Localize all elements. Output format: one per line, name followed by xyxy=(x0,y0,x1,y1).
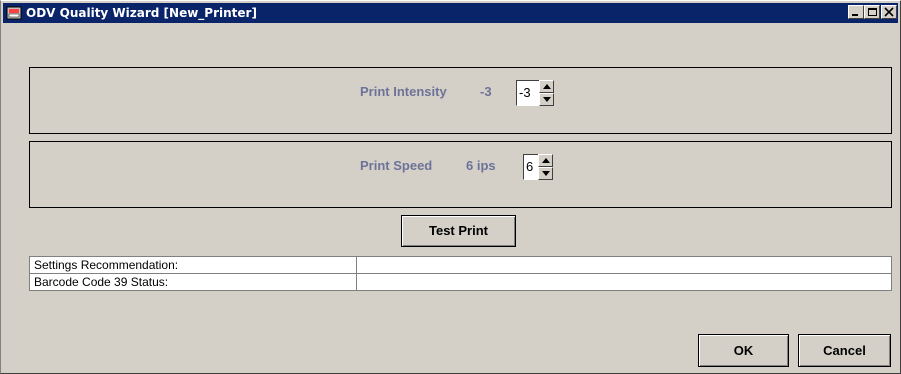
minimize-button[interactable] xyxy=(848,5,864,19)
close-button[interactable] xyxy=(881,5,897,19)
status-table: Settings Recommendation: Barcode Code 39… xyxy=(29,256,892,291)
maximize-icon xyxy=(868,8,877,16)
cancel-button[interactable]: Cancel xyxy=(798,334,891,367)
table-row: Settings Recommendation: xyxy=(29,256,892,274)
speed-value: 6 ips xyxy=(466,158,496,173)
arrow-up-icon xyxy=(543,84,551,89)
intensity-decrement-button[interactable] xyxy=(539,93,554,106)
intensity-spinner-buttons xyxy=(539,80,554,106)
barcode-status-value xyxy=(356,273,892,291)
speed-panel: Print Speed 6 ips 6 xyxy=(29,141,892,208)
minimize-icon xyxy=(852,14,858,16)
intensity-value: -3 xyxy=(480,84,492,99)
arrow-down-icon xyxy=(542,171,550,176)
speed-spinner-buttons xyxy=(538,154,553,180)
arrow-up-icon xyxy=(542,158,550,163)
speed-decrement-button[interactable] xyxy=(538,167,553,180)
arrow-down-icon xyxy=(543,97,551,102)
title-bar[interactable]: ODV Quality Wizard [New_Printer] xyxy=(3,3,898,23)
app-icon xyxy=(6,5,22,21)
speed-spinner[interactable]: 6 xyxy=(523,154,553,180)
maximize-button[interactable] xyxy=(864,5,880,19)
speed-label: Print Speed xyxy=(360,158,433,173)
intensity-panel: Print Intensity -3 -3 xyxy=(29,67,892,134)
close-icon xyxy=(884,7,894,17)
speed-increment-button[interactable] xyxy=(538,154,553,167)
barcode-status-label: Barcode Code 39 Status: xyxy=(29,273,357,291)
window-title: ODV Quality Wizard [New_Printer] xyxy=(26,6,257,20)
settings-recommendation-value xyxy=(356,256,892,274)
dialog-window: ODV Quality Wizard [New_Printer] Print I… xyxy=(0,0,901,374)
intensity-label: Print Intensity xyxy=(360,84,447,99)
table-row: Barcode Code 39 Status: xyxy=(29,273,892,291)
test-print-button[interactable]: Test Print xyxy=(401,215,516,247)
settings-recommendation-label: Settings Recommendation: xyxy=(29,256,357,274)
intensity-increment-button[interactable] xyxy=(539,80,554,93)
ok-button[interactable]: OK xyxy=(698,334,789,367)
intensity-spinner[interactable]: -3 xyxy=(516,80,554,106)
